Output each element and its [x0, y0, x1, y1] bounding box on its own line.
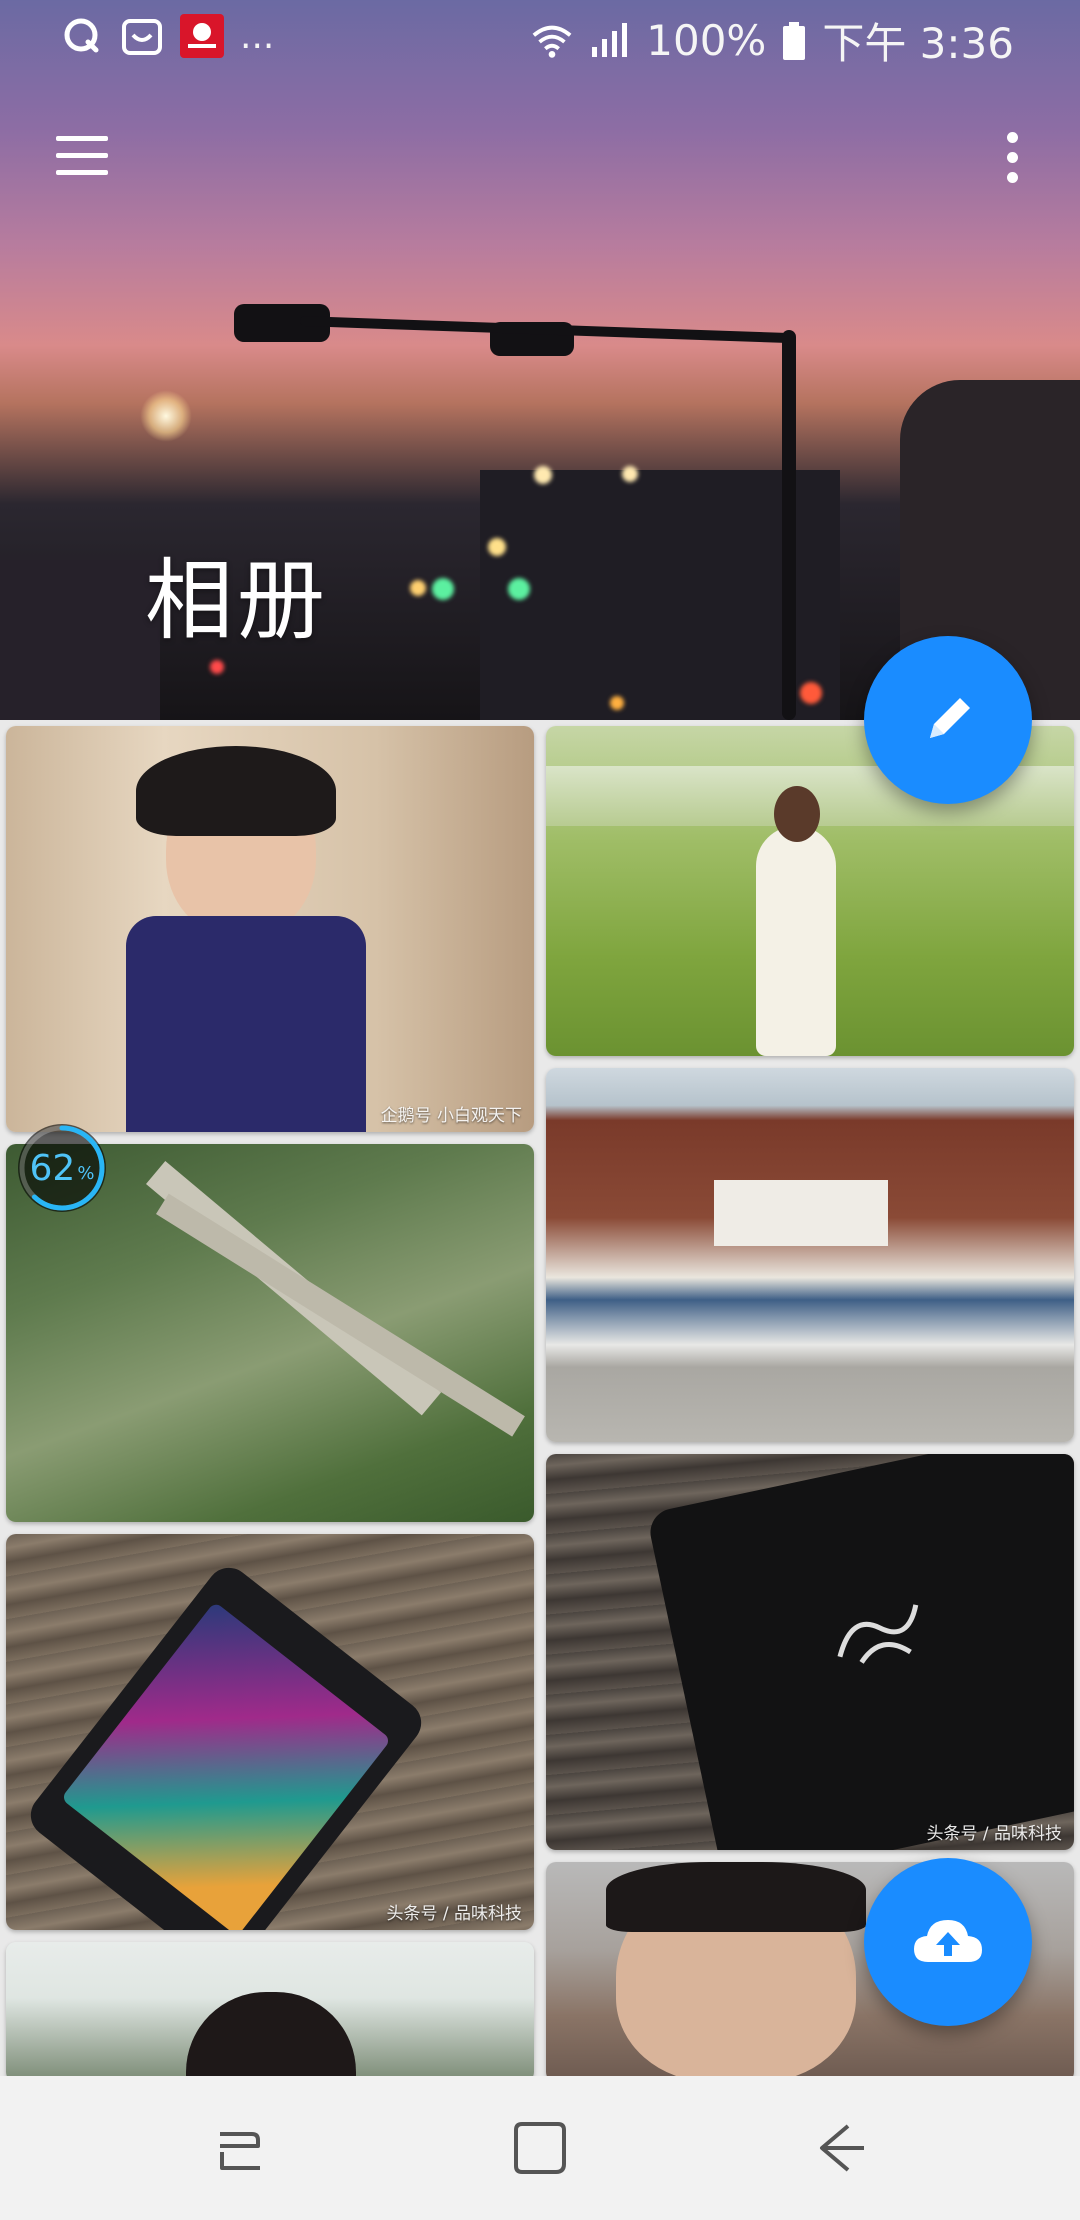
- razer-logo-icon: [837, 1604, 919, 1664]
- clock: 下午 3:36: [822, 19, 1014, 68]
- progress-label: 62%: [12, 1118, 112, 1218]
- photo-watermark: 头条号 / 品味科技: [386, 1904, 522, 1924]
- photo-tile[interactable]: 头条号 / 品味科技: [6, 1534, 534, 1930]
- photo-phone-back: [646, 1454, 1074, 1850]
- bokeh-light: [410, 580, 426, 596]
- photo-tile[interactable]: 头条号 / 品味科技: [546, 1454, 1074, 1850]
- photo-subject-hair: [186, 1992, 356, 2082]
- battery-icon: [780, 19, 808, 63]
- photo-hangar-door: [714, 1180, 888, 1246]
- battery-percentage: 100%: [646, 16, 767, 65]
- status-bar: ... 100% 下午 3:36: [0, 0, 1080, 80]
- recent-apps-icon[interactable]: [208, 2116, 272, 2180]
- tree-silhouette: [0, 560, 160, 720]
- bokeh-light: [610, 696, 624, 710]
- bokeh-light: [210, 660, 224, 674]
- bokeh-light: [488, 538, 506, 556]
- more-vert-icon[interactable]: [996, 130, 1032, 186]
- system-nav-bar: [0, 2076, 1080, 2220]
- progress-unit: %: [77, 1162, 95, 1184]
- photo-subject-hair: [606, 1862, 866, 1932]
- photo-subject-head: [774, 786, 820, 842]
- bokeh-light: [800, 682, 822, 704]
- photo-tile[interactable]: [6, 1942, 534, 2082]
- upload-progress-ring: 62%: [12, 1118, 112, 1218]
- photo-tile[interactable]: [546, 1068, 1074, 1442]
- wifi-icon: [530, 19, 574, 63]
- more-notifications-indicator: ...: [240, 15, 275, 57]
- cloud-upload-icon: [914, 1920, 982, 1962]
- upload-fab-button[interactable]: [864, 1858, 1032, 2026]
- traffic-light-pole: [782, 330, 796, 720]
- photo-subject-dress: [126, 916, 366, 1132]
- hamburger-menu-icon[interactable]: [52, 130, 116, 182]
- shopping-bag-icon: [120, 14, 164, 58]
- photo-runway: [156, 1193, 525, 1437]
- bokeh-light: [622, 466, 638, 482]
- gallery-screen: ... 100% 下午 3:36 相册 企鹅号 小白观天下 头条号 / 品味科技…: [0, 0, 1080, 2220]
- bokeh-light: [534, 466, 552, 484]
- edit-fab-button[interactable]: [864, 636, 1032, 804]
- pencil-icon: [930, 698, 970, 738]
- photo-watermark: 企鹅号 小白观天下: [380, 1106, 522, 1126]
- qq-browser-icon: [60, 14, 104, 58]
- page-title: 相册: [145, 549, 330, 652]
- photo-watermark: 头条号 / 品味科技: [926, 1824, 1062, 1844]
- photo-phone: [21, 1558, 431, 1930]
- bokeh-light: [432, 578, 454, 600]
- bokeh-light: [508, 578, 530, 600]
- photo-subject-hair: [136, 746, 336, 836]
- system-status: 100% 下午 3:36: [530, 10, 1014, 71]
- home-icon[interactable]: [508, 2116, 572, 2180]
- signal-icon: [588, 19, 632, 63]
- back-icon[interactable]: [808, 2116, 872, 2180]
- notification-icons: ...: [60, 14, 274, 58]
- street-lamp-glow: [140, 390, 192, 442]
- photo-subject-dress: [756, 826, 836, 1056]
- photo-tile[interactable]: 企鹅号 小白观天下: [6, 726, 534, 1132]
- progress-value: 62: [29, 1147, 76, 1189]
- news-app-icon: [180, 14, 224, 58]
